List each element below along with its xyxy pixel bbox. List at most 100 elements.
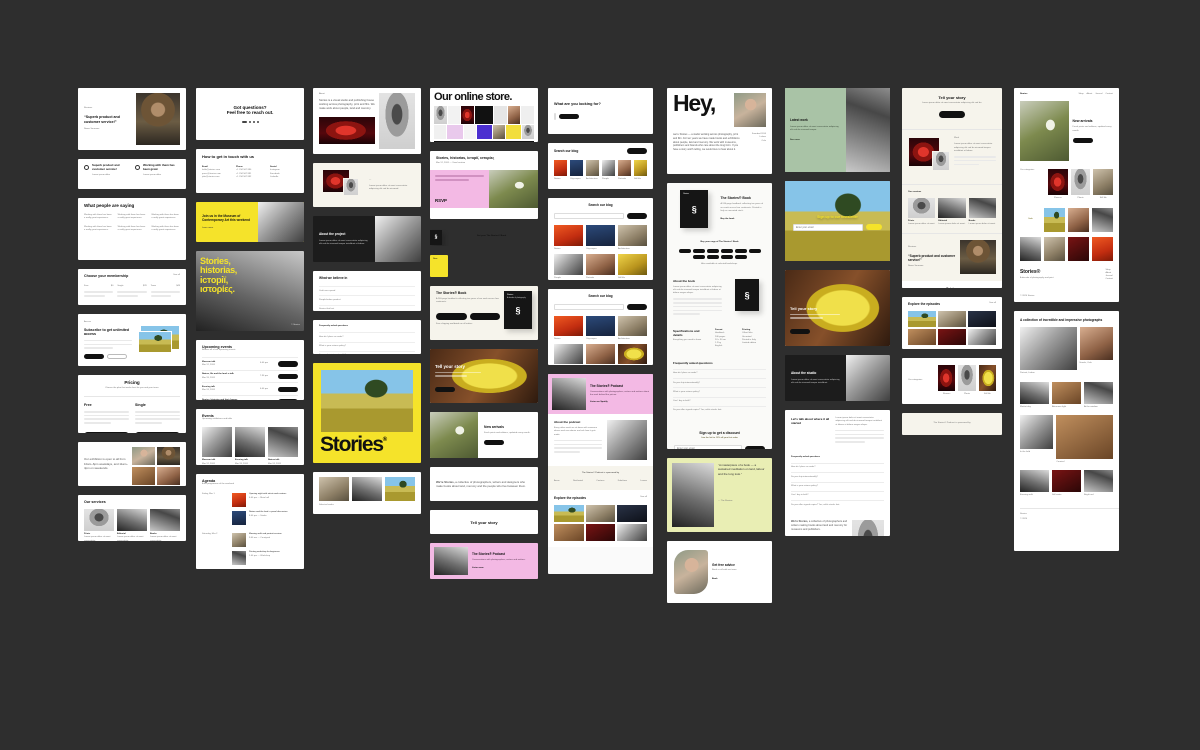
photo-gallery-item[interactable] <box>1020 414 1054 449</box>
tell-story-button-2[interactable] <box>790 328 810 334</box>
photo-tile[interactable] <box>1092 236 1113 261</box>
card-online-store[interactable]: Our online store. <box>430 88 538 142</box>
book-faq-item[interactable]: Do you offer signed copies? Yes, while s… <box>673 405 766 415</box>
book-faq-item[interactable]: How do I place an order? <box>673 368 766 378</box>
photo-episode[interactable] <box>617 504 647 522</box>
newsletter-email-input[interactable] <box>793 223 863 231</box>
card-footer-photos[interactable]: Selected works <box>313 472 421 514</box>
card-choose-membership[interactable]: Choose your membership See all Free $0 Si… <box>78 269 186 305</box>
search-blog-button[interactable] <box>627 148 647 154</box>
photo-tile[interactable] <box>586 254 615 276</box>
card-photo-gallery-page[interactable]: A collection of incredible and impressiv… <box>1014 311 1119 551</box>
faq-item[interactable]: How do I place an order? <box>319 332 415 341</box>
book-faq-item[interactable]: Do you ship internationally? <box>673 378 766 387</box>
book-preview-button[interactable] <box>469 312 500 320</box>
event-register-button[interactable] <box>278 399 298 400</box>
photo-tile[interactable] <box>554 316 583 336</box>
photo-tile[interactable] <box>554 159 567 176</box>
card-announcement[interactable]: Join us in the Museum of Contemporary Ar… <box>196 202 304 242</box>
faq-7-item[interactable]: What is your returns policy? <box>791 481 884 491</box>
pricing-cta-button[interactable] <box>84 431 129 433</box>
subscribe-button[interactable] <box>84 353 104 360</box>
card-yellow-tab[interactable]: New <box>430 255 448 277</box>
book-page-link[interactable]: Buy the book <box>720 218 765 221</box>
book-buy-button[interactable] <box>436 312 467 320</box>
faq-7-item[interactable]: Do you ship internationally? <box>791 472 884 481</box>
card-subscribe[interactable]: Access Subscribe to get unlimited access <box>78 314 186 366</box>
footer-link[interactable]: Contact <box>1105 278 1113 281</box>
intouch-item[interactable]: jobs@stories.com <box>202 176 230 179</box>
card-features[interactable]: Superb product and customer service! Lor… <box>78 159 186 189</box>
yellow-accent-bar[interactable] <box>902 273 912 280</box>
card-newsletter-field[interactable]: Sign up to our newsletter <box>785 181 890 261</box>
card-book[interactable]: The Stories® Book A 240-page hardback co… <box>430 286 538 340</box>
faq-7-item[interactable]: Can I buy in bulk? <box>791 490 884 500</box>
search-hero-button[interactable] <box>559 113 579 120</box>
photo-gallery-item[interactable] <box>1020 381 1049 404</box>
yellow-accent-bar[interactable] <box>902 255 912 262</box>
book-faq-item[interactable]: What is your returns policy? <box>673 387 766 396</box>
rsvp-cta[interactable]: RSVP <box>435 198 484 203</box>
faq-7-item[interactable]: How do I place an order? <box>791 462 884 472</box>
intouch-item[interactable]: LinkedIn <box>270 176 298 179</box>
photo-tile[interactable] <box>554 254 583 276</box>
card-about-project-dark[interactable]: About the project Lorem ipsum dolor sit … <box>313 216 421 262</box>
photo-tile[interactable] <box>1092 207 1113 232</box>
photo-episode[interactable] <box>968 329 996 345</box>
tell-story-8-button[interactable] <box>939 111 965 119</box>
signup-button[interactable] <box>745 446 765 449</box>
photo-gallery-item[interactable] <box>1020 470 1049 493</box>
photo-tile[interactable] <box>618 159 631 176</box>
card-testimonial[interactable]: Reviews “Superb product and customer ser… <box>78 88 186 150</box>
card-book-promo[interactable]: § Get your The Stories® Book <box>430 228 538 246</box>
intouch-item[interactable]: +1 234 567 892 <box>236 176 264 179</box>
faq-item[interactable]: Do you ship internationally? <box>319 350 415 354</box>
photo-episode[interactable] <box>585 523 616 541</box>
nav-link[interactable]: About <box>1087 93 1093 96</box>
book-faq-item[interactable]: Can I buy in bulk? <box>673 396 766 406</box>
search-blog-lg2-button[interactable] <box>627 304 647 310</box>
card-gallery-intro[interactable]: Our exhibition is open to all from 10am–… <box>78 442 186 486</box>
shop-hero-button[interactable] <box>1072 137 1093 144</box>
search-blog-lg-button[interactable] <box>627 213 647 219</box>
photo-gallery-item[interactable] <box>1020 327 1077 371</box>
photo-tile[interactable] <box>554 225 583 246</box>
photo-gallery-item[interactable] <box>1052 381 1081 404</box>
card-hero-stories[interactable]: Stories, historias, історії, ιστορίες. ©… <box>196 251 304 331</box>
card-upcoming-events[interactable]: Upcoming events Browse all of our upcomi… <box>196 340 304 400</box>
episodes-8-link[interactable]: See all <box>989 302 996 305</box>
card-book-product-page[interactable]: Stories § The Stories® Book A 240-page h… <box>667 183 772 449</box>
card-rsvp[interactable]: Stories, historias, історії, ιστορίες Ma… <box>430 151 538 219</box>
photo-tile[interactable] <box>1068 207 1089 232</box>
card-tell-story-petal-2[interactable]: Tell your story <box>785 270 890 346</box>
photo-tile[interactable] <box>618 254 647 276</box>
card-agenda[interactable]: Agenda A full programme of the weekend F… <box>196 474 304 569</box>
learn-more-button[interactable] <box>107 353 127 360</box>
card-hey-intro[interactable]: Hey, we're Stories — a studio working ac… <box>667 88 772 174</box>
photo-episode[interactable] <box>938 329 966 345</box>
shop-nav[interactable]: Stories Shop About Journal Contact <box>1014 88 1119 101</box>
photo-category[interactable] <box>978 365 996 392</box>
card-how-to-get-in-touch[interactable]: How to get in touch with us Email hello@… <box>196 149 304 193</box>
nav-brand[interactable]: Stories <box>1020 93 1027 96</box>
card-shop-page[interactable]: Stories Shop About Journal Contact New a… <box>1014 88 1119 302</box>
photo-tile[interactable] <box>554 344 583 365</box>
photo-gallery-item[interactable] <box>1084 470 1113 493</box>
card-quote-lime[interactable]: “A masterpiece of a book — a sustained m… <box>667 458 772 532</box>
social-dots[interactable] <box>227 121 274 123</box>
photo-gallery-item[interactable] <box>1079 327 1113 361</box>
photo-tile[interactable] <box>618 316 647 336</box>
advice-link[interactable]: Book <box>712 578 765 581</box>
photo-category[interactable] <box>938 365 956 392</box>
photo-episode[interactable] <box>908 329 936 345</box>
sage-link[interactable]: See more <box>790 139 841 142</box>
photo-tile[interactable] <box>1044 207 1065 232</box>
podcast-cta[interactable]: Listen now <box>472 567 534 570</box>
episodes-see-all-link[interactable]: See all <box>640 496 647 499</box>
card-tell-your-story-plain[interactable]: Tell your story <box>430 510 538 534</box>
photo-gallery-item[interactable] <box>1056 414 1113 459</box>
nav-link[interactable]: Contact <box>1105 93 1113 96</box>
photo-tile[interactable] <box>618 344 647 365</box>
photo-episode[interactable] <box>908 311 936 327</box>
tell-story-button[interactable] <box>435 386 455 392</box>
